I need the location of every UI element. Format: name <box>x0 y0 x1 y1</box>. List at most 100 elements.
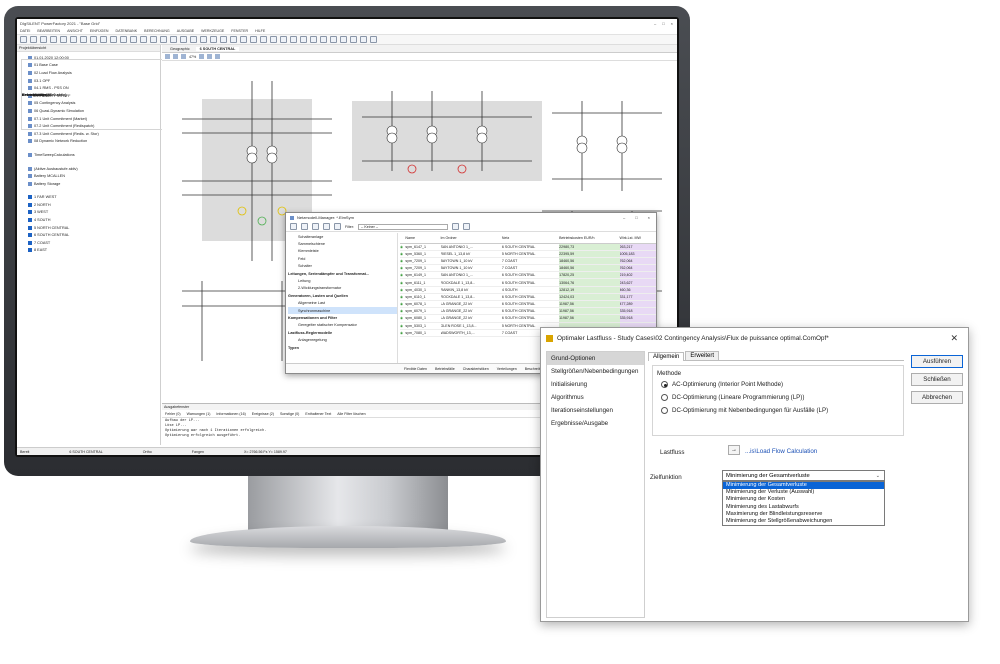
menu-item[interactable]: WERKZEUGE <box>201 29 224 33</box>
tree-item[interactable]: 2 NORTH <box>20 201 157 209</box>
output-filter[interactable]: Fehler (0) <box>165 412 181 416</box>
nm-tree-item[interactable]: Sammelschiene <box>288 240 397 247</box>
zoom-level[interactable]: 47% <box>189 55 196 59</box>
toolbar-tool-icon[interactable] <box>40 36 47 43</box>
nm-tool-icon[interactable] <box>334 223 341 230</box>
toolbar-tool-icon[interactable] <box>350 36 357 43</box>
nm-tree-item[interactable]: Schalteranlage <box>288 233 397 240</box>
table-row[interactable]: ◉ sym_6110_1 ROCKDALE 1_13,8... 6 SOUTH CEN… <box>400 293 656 302</box>
nm-tree-item[interactable]: Klemmleiste <box>288 248 397 255</box>
toolbar-tool-icon[interactable] <box>60 36 67 43</box>
nm-bottom-tab[interactable]: Betriebsfälle <box>435 367 455 371</box>
toolbar-tool-icon[interactable] <box>190 36 197 43</box>
cancel-button[interactable]: Abbrechen <box>911 391 963 404</box>
tree-item[interactable]: 8 EAST <box>20 247 157 255</box>
objective-option[interactable]: Minimierung der Gesamtverluste <box>723 482 884 490</box>
nm-tree-item[interactable]: 2-Wicklungstransformator <box>288 285 397 292</box>
toolbar-tool-icon[interactable] <box>180 36 187 43</box>
tree-item[interactable]: (Aktive Ausbaustufe aktiv) <box>20 165 157 173</box>
tree-item[interactable]: 3 WEST <box>20 209 157 217</box>
toolbar-tool-icon[interactable] <box>170 36 177 43</box>
column-header[interactable]: Im Ordner <box>440 233 502 244</box>
close-icon[interactable]: × <box>671 21 673 26</box>
toolbar-tool-icon[interactable] <box>120 36 127 43</box>
print-icon[interactable] <box>207 54 213 59</box>
nm-tree-item[interactable]: Leitungen, Seriendämpfer und Transformat… <box>288 270 397 277</box>
nm-tree-item[interactable]: Typen <box>288 344 397 351</box>
toolbar-tool-icon[interactable] <box>20 36 27 43</box>
dialog-close-button[interactable]: ✕ <box>950 333 958 344</box>
zoom-in-icon[interactable] <box>173 54 178 59</box>
tab-general[interactable]: Allgemein <box>648 352 685 361</box>
select-tool-icon[interactable] <box>165 54 170 59</box>
toolbar-tool-icon[interactable] <box>340 36 347 43</box>
toolbar-tool-icon[interactable] <box>230 36 237 43</box>
filter-icon[interactable] <box>451 223 459 230</box>
toolbar-tool-icon[interactable] <box>90 36 97 43</box>
tree-item[interactable]: 5 NORTH CENTRAL <box>20 224 157 232</box>
toolbar-tool-icon[interactable] <box>260 36 267 43</box>
toolbar-tool-icon[interactable] <box>130 36 137 43</box>
dialog-page-item[interactable]: Iterationseinstellungen <box>547 404 644 417</box>
nm-bottom-tab[interactable]: Charakteristiken <box>463 367 489 371</box>
column-header[interactable]: Name <box>405 233 441 244</box>
execute-button[interactable]: Ausführen <box>911 355 963 368</box>
loadflow-jump-button[interactable]: → <box>728 445 740 455</box>
nm-tree-item[interactable]: Lastfluss-Reglermodelle <box>288 329 397 336</box>
layer-icon[interactable] <box>215 54 221 59</box>
toolbar-tool-icon[interactable] <box>330 36 337 43</box>
minimize-icon[interactable]: – <box>623 215 625 220</box>
menu-item[interactable]: BERECHNUNG <box>144 29 170 33</box>
toolbar-tool-icon[interactable] <box>370 36 377 43</box>
maximize-icon[interactable]: □ <box>635 215 637 220</box>
output-filter[interactable]: Ereignisse (2) <box>252 412 274 416</box>
toolbar-tool-icon[interactable] <box>320 36 327 43</box>
nm-tree-item[interactable]: Kompensationen und Filter <box>288 314 397 321</box>
menu-item[interactable]: BEARBEITEN <box>37 29 60 33</box>
nm-tree-item[interactable]: Anlagenregelung <box>288 336 397 343</box>
minimize-icon[interactable]: – <box>654 21 656 26</box>
output-filter[interactable]: Warnungen (1) <box>187 412 211 416</box>
menu-item[interactable]: FENSTER <box>231 29 248 33</box>
nm-tree-item[interactable]: Feld <box>288 255 397 262</box>
dialog-page-item[interactable]: Grund-Optionen <box>547 352 644 365</box>
table-row[interactable]: ◉ sym_6147_1 SAN ANTONIO 1_... 6 SOUTH CENT… <box>400 243 656 251</box>
zoom-out-icon[interactable] <box>181 54 186 59</box>
toolbar-tool-icon[interactable] <box>150 36 157 43</box>
menu-item[interactable]: DATENBANK <box>115 29 137 33</box>
toolbar-tool-icon[interactable] <box>50 36 57 43</box>
table-row[interactable]: ◉ sym_6111_1 ROCKDALE 1_13,8... 6 SOUTH CEN… <box>400 278 656 287</box>
table-row[interactable]: ◉ sym_7209_1 BAYTOWN 1_10 kV 7 COAST 18460,5… <box>400 257 656 266</box>
toolbar-tool-icon[interactable] <box>30 36 37 43</box>
objective-option[interactable]: Minimierung des Lastabwurfs <box>723 504 884 511</box>
tree-item[interactable]: 08 Dynamic Network Reduction <box>20 138 157 146</box>
filter-edit-icon[interactable] <box>462 223 470 230</box>
grid-icon[interactable] <box>199 54 205 59</box>
output-filter[interactable]: Alle Filter löschen <box>337 412 365 416</box>
menu-item[interactable]: HILFE <box>255 29 265 33</box>
menu-item[interactable]: ANSICHT <box>67 29 83 33</box>
table-row[interactable]: ◉ sym_6078_1 LA GRANGE_22 kV 6 SOUTH CENTRA… <box>400 300 656 309</box>
nm-tool-icon[interactable] <box>312 223 319 230</box>
menu-item[interactable]: DATEI <box>20 29 30 33</box>
toolbar-tool-icon[interactable] <box>140 36 147 43</box>
nm-tree-item[interactable]: Leitung <box>288 277 397 284</box>
tab-geographic[interactable]: Geographic <box>166 47 194 51</box>
tree-item[interactable]: 4 SOUTH <box>20 216 157 224</box>
table-row[interactable]: ◉ sym_6079_1 LA GRANGE_22 kV 6 SOUTH CENTRA… <box>400 307 656 316</box>
filter-select[interactable]: -- Keiner -- <box>357 223 448 230</box>
tree-item[interactable]: 7 COAST <box>20 239 157 247</box>
nm-tool-icon[interactable] <box>290 223 297 230</box>
tree-item[interactable]: 07.3 Unit Commitment (Redis. w. Stor) <box>20 130 157 138</box>
tab-advanced[interactable]: Erweitert <box>685 351 720 360</box>
nm-bottom-tab[interactable]: Flexible Daten <box>404 367 427 371</box>
method-dc-radio[interactable]: DC-Optimierung (Lineare Programmierung (… <box>661 394 804 401</box>
table-row[interactable]: ◉ sym_4030_1 RANKIN_13,8 kV 4 SOUTH 12812,19… <box>400 286 656 294</box>
objective-select[interactable]: Minimierung der Gesamtverluste ⌄ <box>722 470 885 481</box>
tree-item[interactable]: 6 SOUTH CENTRAL <box>20 231 157 239</box>
toolbar-tool-icon[interactable] <box>240 36 247 43</box>
toolbar-tool-icon[interactable] <box>100 36 107 43</box>
maximize-icon[interactable]: □ <box>662 21 664 26</box>
nm-tree-item[interactable]: Schalter <box>288 263 397 270</box>
column-header[interactable]: Netz <box>501 233 560 244</box>
